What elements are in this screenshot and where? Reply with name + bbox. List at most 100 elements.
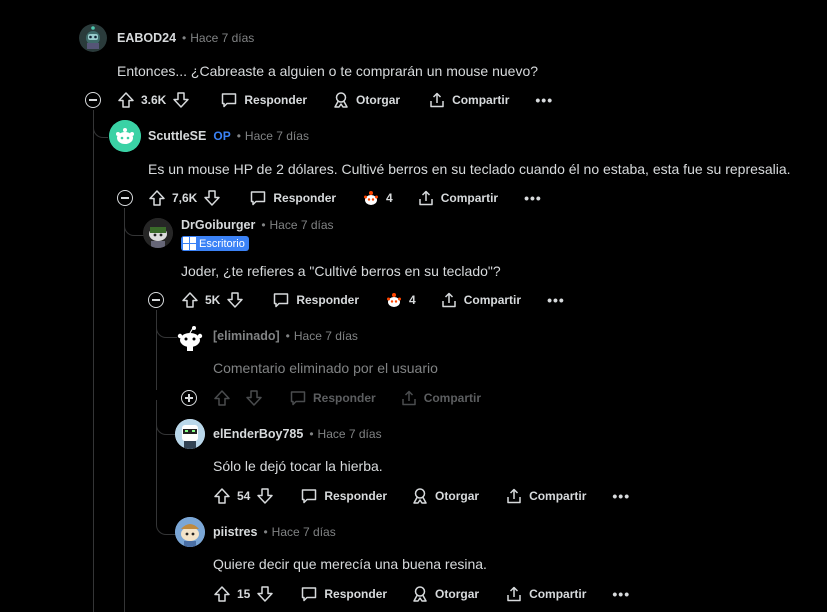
snoo-award-icon xyxy=(362,189,380,207)
avatar[interactable] xyxy=(79,24,107,52)
reply-label: Responder xyxy=(324,489,388,503)
vote-group xyxy=(213,389,263,407)
share-label: Compartir xyxy=(452,93,510,107)
username[interactable]: ScuttleSE xyxy=(148,129,206,143)
comment-bubble-icon xyxy=(220,91,238,109)
more-options-button[interactable]: ••• xyxy=(535,92,553,108)
windows-icon xyxy=(183,237,196,250)
username[interactable]: elEnderBoy785 xyxy=(213,427,303,441)
share-button[interactable]: Compartir xyxy=(505,487,586,505)
upvote-icon[interactable] xyxy=(181,291,199,309)
collapse-toggle[interactable] xyxy=(85,92,101,108)
comment-body: Entonces... ¿Cabreaste a alguien o te co… xyxy=(117,63,539,79)
vote-group: 5K xyxy=(181,291,244,309)
downvote-icon[interactable] xyxy=(256,585,274,603)
upvote-icon[interactable] xyxy=(117,91,135,109)
comment-actions: 5K Responder 4 Compartir ••• xyxy=(181,291,565,309)
timestamp[interactable]: Hace 7 días xyxy=(245,129,309,143)
reply-button[interactable]: Responder xyxy=(300,487,387,505)
timestamp[interactable]: Hace 7 días xyxy=(190,31,254,45)
more-options-button[interactable]: ••• xyxy=(524,190,542,206)
comment-actions: 54 Responder Otorgar Compartir ••• xyxy=(213,487,630,505)
downvote-icon[interactable] xyxy=(172,91,190,109)
upvote-icon xyxy=(213,389,231,407)
share-button[interactable]: Compartir xyxy=(505,585,586,603)
thread-line-curve xyxy=(124,208,144,236)
timestamp[interactable]: Hace 7 días xyxy=(318,427,382,441)
timestamp[interactable]: Hace 7 días xyxy=(270,218,334,232)
share-icon xyxy=(505,585,523,603)
comment-actions: Responder Compartir xyxy=(213,389,481,407)
vote-group: 54 xyxy=(213,487,274,505)
share-button[interactable]: Compartir xyxy=(440,291,521,309)
snoo-award-icon xyxy=(385,291,403,309)
downvote-icon xyxy=(245,389,263,407)
separator-dot: • xyxy=(236,129,241,143)
award-button[interactable]: 4 xyxy=(385,291,416,309)
separator-dot: • xyxy=(182,31,187,45)
downvote-icon[interactable] xyxy=(256,487,274,505)
more-options-button[interactable]: ••• xyxy=(612,488,630,504)
collapse-toggle[interactable] xyxy=(117,190,133,206)
avatar[interactable] xyxy=(175,419,205,449)
reply-label: Responder xyxy=(273,191,337,205)
downvote-icon[interactable] xyxy=(203,189,221,207)
reply-button[interactable]: Responder xyxy=(220,91,307,109)
thread-line xyxy=(156,400,157,510)
award-label: Otorgar xyxy=(435,489,480,503)
timestamp[interactable]: Hace 7 días xyxy=(272,525,336,539)
award-icon xyxy=(332,91,350,109)
upvote-icon[interactable] xyxy=(148,189,166,207)
more-options-button[interactable]: ••• xyxy=(547,292,565,308)
expand-toggle[interactable] xyxy=(181,390,197,406)
username[interactable]: piistres xyxy=(213,525,257,539)
award-icon xyxy=(411,487,429,505)
comment-body: Comentario eliminado por el usuario xyxy=(213,360,438,376)
share-icon xyxy=(505,487,523,505)
separator-dot: • xyxy=(261,218,266,232)
comment-bubble-icon xyxy=(300,585,318,603)
share-button[interactable]: Compartir xyxy=(417,189,498,207)
award-icon xyxy=(411,585,429,603)
comment-meta: EABOD24 • Hace 7 días xyxy=(117,31,254,45)
award-button[interactable]: Otorgar xyxy=(332,91,400,109)
reply-button: Responder xyxy=(289,389,376,407)
reply-button[interactable]: Responder xyxy=(249,189,336,207)
timestamp[interactable]: Hace 7 días xyxy=(294,329,358,343)
avatar[interactable] xyxy=(143,218,173,248)
award-button[interactable]: Otorgar xyxy=(411,585,479,603)
username[interactable]: DrGoiburger xyxy=(181,218,255,232)
upvote-icon[interactable] xyxy=(213,585,231,603)
share-button[interactable]: Compartir xyxy=(428,91,509,109)
comment-meta: elEnderBoy785 • Hace 7 días xyxy=(213,427,382,441)
thread-line xyxy=(124,208,125,612)
comment-bubble-icon xyxy=(300,487,318,505)
comment-meta: ScuttleSE OP • Hace 7 días xyxy=(148,129,309,143)
share-icon xyxy=(440,291,458,309)
user-flair: Escritorio xyxy=(181,236,249,251)
award-button[interactable]: Otorgar xyxy=(411,487,479,505)
collapse-toggle[interactable] xyxy=(148,292,164,308)
vote-count: 54 xyxy=(237,489,251,503)
share-label: Compartir xyxy=(529,489,587,503)
avatar[interactable] xyxy=(109,120,141,152)
reply-button[interactable]: Responder xyxy=(300,585,387,603)
award-count: 4 xyxy=(409,293,416,307)
more-options-button[interactable]: ••• xyxy=(612,586,630,602)
thread-line-curve xyxy=(156,405,177,435)
share-icon xyxy=(428,91,446,109)
award-button[interactable]: 4 xyxy=(362,189,393,207)
share-label: Compartir xyxy=(463,293,522,307)
comment-bubble-icon xyxy=(272,291,290,309)
thread-line-curve xyxy=(93,110,108,138)
share-label: Compartir xyxy=(529,587,587,601)
downvote-icon[interactable] xyxy=(226,291,244,309)
avatar[interactable] xyxy=(175,517,205,547)
award-label: Otorgar xyxy=(435,587,480,601)
username[interactable]: EABOD24 xyxy=(117,31,176,45)
upvote-icon[interactable] xyxy=(213,487,231,505)
vote-group: 7,6K xyxy=(148,189,221,207)
reply-button[interactable]: Responder xyxy=(272,291,359,309)
avatar xyxy=(177,322,203,352)
share-label: Compartir xyxy=(440,191,499,205)
